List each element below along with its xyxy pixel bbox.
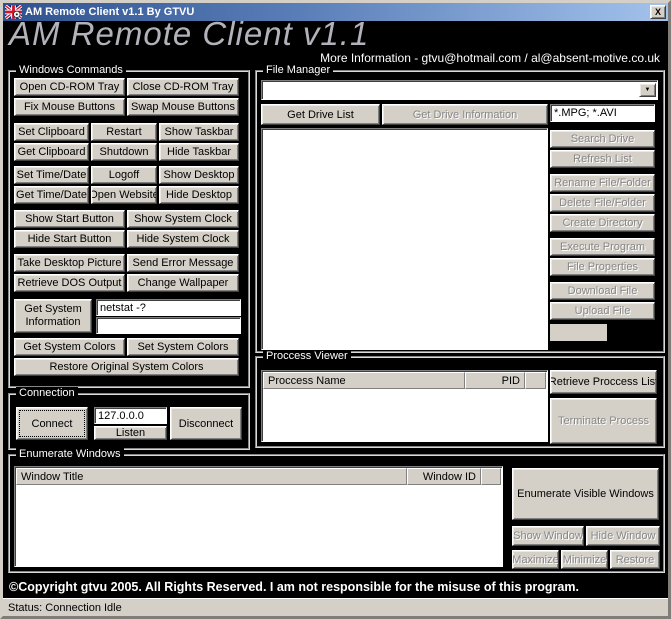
search-drive-button: Search Drive xyxy=(550,130,655,148)
show-desktop-button[interactable]: Show Desktop xyxy=(159,166,239,184)
chevron-down-icon[interactable]: ▼ xyxy=(639,83,656,97)
open-website-button[interactable]: Open Website xyxy=(91,186,157,204)
progress-placeholder xyxy=(550,324,607,341)
fix-mouse-buttons-button[interactable]: Fix Mouse Buttons xyxy=(14,98,125,116)
get-time-date-button[interactable]: Get Time/Date xyxy=(14,186,89,204)
get-clipboard-button[interactable]: Get Clipboard xyxy=(14,143,89,161)
logoff-button[interactable]: Logoff xyxy=(91,166,157,184)
refresh-list-button: Refresh List xyxy=(550,150,655,168)
process-viewer-group: Proccess Viewer Proccess Name PID Retrie… xyxy=(255,356,665,448)
file-properties-button: File Properties xyxy=(550,258,655,276)
restart-button[interactable]: Restart xyxy=(91,123,157,141)
enumerate-visible-windows-button[interactable]: Enumerate Visible Windows xyxy=(512,468,659,520)
file-manager-group: File Manager ▼ Get Drive List Get Drive … xyxy=(255,70,665,353)
listen-button[interactable]: Listen xyxy=(94,426,167,440)
pid-column-header[interactable]: PID xyxy=(465,372,525,389)
retrieve-dos-output-button[interactable]: Retrieve DOS Output xyxy=(14,274,125,292)
spacer-column-header[interactable] xyxy=(525,372,546,389)
swap-mouse-buttons-button[interactable]: Swap Mouse Buttons xyxy=(127,98,239,116)
restore-button: Restore xyxy=(610,550,660,569)
retrieve-process-list-button[interactable]: Retrieve Proccess List xyxy=(550,370,657,394)
rename-file-folder-button: Rename File/Folder xyxy=(550,174,655,192)
get-drive-information-button: Get Drive Information xyxy=(382,104,548,125)
contact-info: More Information - gtvu@hotmail.com / al… xyxy=(320,51,660,65)
show-system-clock-button[interactable]: Show System Clock xyxy=(127,210,239,228)
spacer-column-header[interactable] xyxy=(481,468,501,485)
open-cdrom-tray-button[interactable]: Open CD-ROM Tray xyxy=(14,78,125,96)
window-list-header: Window Title Window ID xyxy=(16,468,501,485)
maximize-button: Maximize xyxy=(512,550,559,569)
show-start-button-button[interactable]: Show Start Button xyxy=(14,210,125,228)
connect-button[interactable]: Connect xyxy=(16,407,88,440)
file-path-value[interactable] xyxy=(262,81,639,99)
close-icon[interactable]: X xyxy=(650,5,666,19)
get-drive-list-button[interactable]: Get Drive List xyxy=(261,104,380,125)
windows-commands-label: Windows Commands xyxy=(16,64,126,77)
terminate-process-button: Terminate Process xyxy=(550,398,657,444)
take-desktop-picture-button[interactable]: Take Desktop Picture xyxy=(14,254,125,272)
status-bar: Status: Connection Idle xyxy=(3,598,668,616)
hide-desktop-button[interactable]: Hide Desktop xyxy=(159,186,239,204)
set-time-date-button[interactable]: Set Time/Date xyxy=(14,166,89,184)
ip-address-input[interactable] xyxy=(94,407,167,424)
delete-file-folder-button: Delete File/Folder xyxy=(550,194,655,212)
connection-group: Connection Connect Listen Disconnect xyxy=(8,393,250,450)
system-output-input[interactable] xyxy=(96,317,241,334)
file-path-combobox[interactable]: ▼ xyxy=(261,80,658,100)
process-viewer-label: Proccess Viewer xyxy=(263,350,351,363)
hide-start-button-button[interactable]: Hide Start Button xyxy=(14,230,125,248)
hide-system-clock-button[interactable]: Hide System Clock xyxy=(127,230,239,248)
close-cdrom-tray-button[interactable]: Close CD-ROM Tray xyxy=(127,78,239,96)
copyright-bar: ©Copyright gtvu 2005. All Rights Reserve… xyxy=(3,575,668,598)
app-title: AM Remote Client v1.1 xyxy=(9,15,369,53)
enumerate-windows-group: Enumerate Windows Window Title Window ID… xyxy=(8,454,665,573)
header: AM Remote Client v1.1 More Information -… xyxy=(3,21,668,70)
disconnect-button[interactable]: Disconnect xyxy=(170,407,242,440)
file-manager-label: File Manager xyxy=(263,64,333,77)
create-directory-button: Create Directory xyxy=(550,214,655,232)
get-system-information-button[interactable]: Get System Information xyxy=(14,299,92,333)
enumerate-windows-label: Enumerate Windows xyxy=(16,448,124,461)
hide-window-button: Hide Window xyxy=(586,526,660,546)
window-title-column-header[interactable]: Window Title xyxy=(16,468,407,485)
file-list[interactable] xyxy=(261,128,548,350)
window-list[interactable]: Window Title Window ID xyxy=(14,466,503,567)
shutdown-button[interactable]: Shutdown xyxy=(91,143,157,161)
upload-file-button: Upload File xyxy=(550,302,655,320)
file-mask-input[interactable] xyxy=(550,104,655,122)
minimize-button: Minimize xyxy=(561,550,608,569)
connection-label: Connection xyxy=(16,387,78,400)
show-window-button: Show Window xyxy=(512,526,584,546)
execute-program-button: Execute Program xyxy=(550,238,655,256)
send-error-message-button[interactable]: Send Error Message xyxy=(127,254,239,272)
app-window: AM Remote Client v1.1 By GTVU X AM Remot… xyxy=(0,0,671,619)
restore-original-system-colors-button[interactable]: Restore Original System Colors xyxy=(14,358,239,376)
set-system-colors-button[interactable]: Set System Colors xyxy=(127,338,239,356)
process-list-header: Proccess Name PID xyxy=(263,372,546,389)
process-name-column-header[interactable]: Proccess Name xyxy=(263,372,465,389)
get-system-colors-button[interactable]: Get System Colors xyxy=(14,338,125,356)
show-taskbar-button[interactable]: Show Taskbar xyxy=(159,123,239,141)
process-list[interactable]: Proccess Name PID xyxy=(261,370,548,442)
set-clipboard-button[interactable]: Set Clipboard xyxy=(14,123,89,141)
window-id-column-header[interactable]: Window ID xyxy=(407,468,481,485)
download-file-button: Download File xyxy=(550,282,655,300)
hide-taskbar-button[interactable]: Hide Taskbar xyxy=(159,143,239,161)
change-wallpaper-button[interactable]: Change Wallpaper xyxy=(127,274,239,292)
system-command-input[interactable] xyxy=(96,299,241,316)
windows-commands-group: Windows Commands Open CD-ROM Tray Close … xyxy=(8,70,250,388)
